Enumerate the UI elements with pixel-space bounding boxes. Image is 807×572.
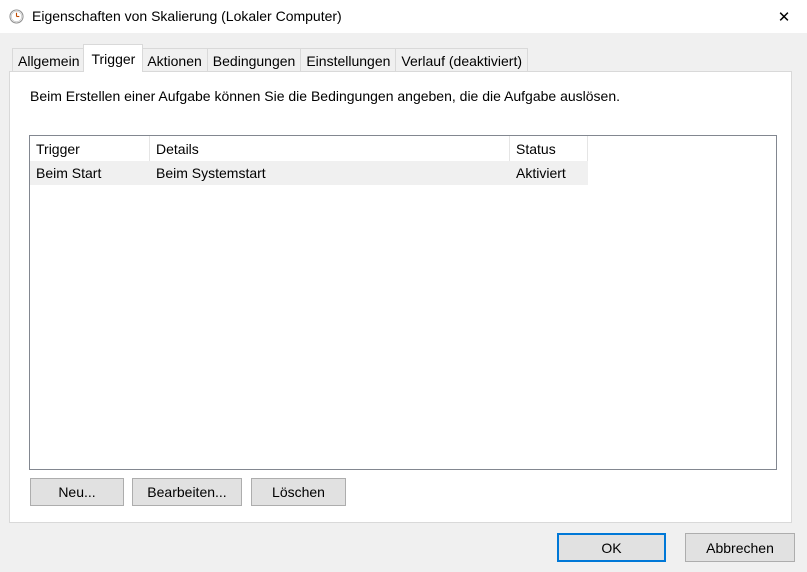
tab-einstellungen[interactable]: Einstellungen [300,48,397,72]
tab-aktionen[interactable]: Aktionen [141,48,208,72]
tab-strip: Allgemein Trigger Aktionen Bedingungen E… [12,44,528,72]
cell-details: Beim Systemstart [156,165,266,181]
tab-allgemein[interactable]: Allgemein [12,48,86,72]
trigger-list[interactable]: Trigger Details Status Beim Start Beim S… [29,135,777,470]
tab-trigger[interactable]: Trigger [83,44,144,72]
table-row[interactable]: Beim Start Beim Systemstart Aktiviert [30,161,588,185]
window-title: Eigenschaften von Skalierung (Lokaler Co… [32,8,342,24]
clock-icon [9,9,24,24]
tab-verlauf[interactable]: Verlauf (deaktiviert) [395,48,528,72]
trigger-tab-panel: Beim Erstellen einer Aufgabe können Sie … [9,71,792,523]
column-header-status[interactable]: Status [510,136,588,161]
cancel-button[interactable]: Abbrechen [685,533,795,562]
edit-trigger-button[interactable]: Bearbeiten... [132,478,242,506]
delete-trigger-button[interactable]: Löschen [251,478,346,506]
close-button[interactable]: ✕ [761,0,807,33]
cell-trigger: Beim Start [36,165,102,181]
cell-status: Aktiviert [516,165,566,181]
tab-bedingungen[interactable]: Bedingungen [206,48,302,72]
new-trigger-button[interactable]: Neu... [30,478,124,506]
title-bar: Eigenschaften von Skalierung (Lokaler Co… [0,0,807,33]
close-icon: ✕ [777,8,791,26]
column-header-details[interactable]: Details [150,136,510,161]
list-header: Trigger Details Status [30,136,588,161]
column-header-trigger[interactable]: Trigger [30,136,150,161]
ok-button[interactable]: OK [557,533,666,562]
trigger-description: Beim Erstellen einer Aufgabe können Sie … [30,88,621,104]
